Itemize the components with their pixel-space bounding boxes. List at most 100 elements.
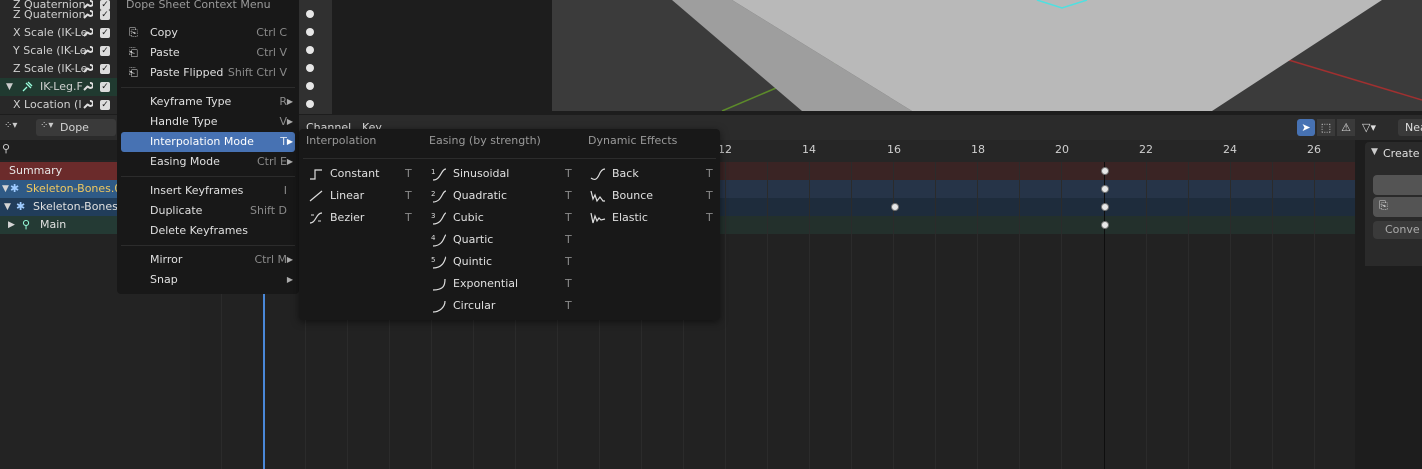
- wrench-icon[interactable]: [82, 63, 93, 74]
- create-field[interactable]: [1373, 175, 1422, 195]
- snap-dropdown[interactable]: Nea: [1398, 119, 1422, 136]
- menu-item-handle-type[interactable]: Handle Type V ▶: [121, 112, 295, 132]
- menu-item-back[interactable]: Back T: [590, 164, 715, 184]
- ruler-tick: 22: [1139, 143, 1153, 156]
- keyframe[interactable]: [1101, 185, 1109, 193]
- wrench-icon[interactable]: [82, 81, 93, 92]
- menu-item-cubic[interactable]: 3 Cubic T: [431, 208, 576, 228]
- interpolation-submenu: Interpolation Easing (by strength) Dynam…: [299, 129, 720, 320]
- outliner-panel: Z Quaternion ✓ Z Quaternion ✓ X Scale (I…: [0, 0, 117, 114]
- wrench-icon[interactable]: [82, 27, 93, 38]
- bone-group-icon: ⚲: [22, 218, 31, 231]
- checkbox[interactable]: ✓: [100, 10, 110, 20]
- menu-item-linear[interactable]: Linear T: [308, 186, 418, 206]
- editor-type-icon[interactable]: ⁘▾: [4, 120, 17, 131]
- menu-item-constant[interactable]: Constant T: [308, 164, 418, 184]
- checkbox[interactable]: ✓: [100, 28, 110, 38]
- menu-item-interpolation-mode[interactable]: Interpolation Mode T ▶: [121, 132, 295, 152]
- channel-search[interactable]: ⚲: [0, 140, 117, 160]
- menu-item-bounce[interactable]: Bounce T: [590, 186, 715, 206]
- outliner-row-label: Z Scale (IK-Le: [13, 62, 88, 75]
- outliner-row[interactable]: Y Scale (IK-Le ✓: [0, 42, 117, 60]
- menu-item-copy[interactable]: ⎘ Copy Ctrl C: [121, 23, 295, 43]
- menu-item-easing-mode[interactable]: Easing Mode Ctrl E ▶: [121, 152, 295, 172]
- expand-arrow-icon[interactable]: ▼: [2, 180, 9, 198]
- back-icon: [590, 168, 606, 181]
- warning-icon[interactable]: ⚠: [1337, 119, 1355, 136]
- 3d-viewport[interactable]: [552, 0, 1422, 111]
- menu-item-elastic[interactable]: Elastic T: [590, 208, 715, 228]
- ruler-tick: 18: [971, 143, 985, 156]
- checkbox[interactable]: ✓: [100, 64, 110, 74]
- outliner-row[interactable]: ▼ IK-Leg.F ✓: [0, 78, 117, 96]
- expand-arrow-icon[interactable]: ▼: [6, 78, 13, 96]
- menu-item-paste[interactable]: ⎗ Paste Ctrl V: [121, 43, 295, 63]
- menu-item-circular[interactable]: Circular T: [431, 296, 576, 316]
- menu-item-insert-keyframes[interactable]: Insert Keyframes I: [121, 181, 295, 201]
- copy-icon: ⎘: [129, 26, 138, 39]
- menu-item-exponential[interactable]: Exponential T: [431, 274, 576, 294]
- submenu-arrow-icon: ▶: [286, 157, 293, 166]
- menu-item-snap[interactable]: Snap ▶: [121, 270, 295, 290]
- box-select-icon[interactable]: ⬚: [1317, 119, 1335, 136]
- wrench-icon[interactable]: [82, 45, 93, 56]
- svg-text:1: 1: [431, 168, 435, 176]
- menu-item-duplicate[interactable]: Duplicate Shift D: [121, 201, 295, 221]
- top-keyframe-strip: [298, 0, 332, 114]
- outliner-row[interactable]: X Location (I ✓: [0, 96, 117, 114]
- keyframe[interactable]: [306, 46, 314, 54]
- menu-item-quintic[interactable]: 5 Quintic T: [431, 252, 576, 272]
- armature-icon: ✱: [10, 182, 20, 195]
- menu-item-bezier[interactable]: Bezier T: [308, 208, 418, 228]
- convert-button[interactable]: Conve: [1373, 221, 1422, 239]
- keyframe[interactable]: [1101, 221, 1109, 229]
- wrench-icon[interactable]: [82, 9, 93, 20]
- menu-item-paste-flipped[interactable]: ⎗ Paste Flipped Shift Ctrl V: [121, 63, 295, 83]
- keyframe[interactable]: [306, 100, 314, 108]
- checkbox[interactable]: ✓: [100, 100, 110, 110]
- submenu-arrow-icon: ▶: [286, 137, 293, 146]
- menu-item-quadratic[interactable]: 2 Quadratic T: [431, 186, 576, 206]
- column-heading: Dynamic Effects: [588, 134, 678, 147]
- expand-arrow-icon[interactable]: ▼: [4, 198, 11, 216]
- armature-data-icon: ✱: [16, 200, 26, 213]
- menu-item-delete-keyframes[interactable]: Delete Keyframes: [121, 221, 295, 241]
- keyframe[interactable]: [891, 203, 899, 211]
- checkbox[interactable]: ✓: [100, 46, 110, 56]
- sidebar-panel: ▼ Create ⎘ Conve: [1362, 140, 1422, 469]
- checkbox[interactable]: ✓: [100, 82, 110, 92]
- keyframe[interactable]: [306, 28, 314, 36]
- menu-item-mirror[interactable]: Mirror Ctrl M ▶: [121, 250, 295, 270]
- ruler-tick: 16: [887, 143, 901, 156]
- wrench-icon[interactable]: [82, 99, 93, 110]
- svg-text:4: 4: [431, 234, 436, 242]
- submenu-arrow-icon: ▶: [286, 255, 293, 264]
- submenu-arrow-icon: ▶: [286, 97, 293, 106]
- expand-arrow-icon[interactable]: ▶: [8, 216, 15, 234]
- outliner-row[interactable]: Z Scale (IK-Le ✓: [0, 60, 117, 78]
- keyframe[interactable]: [1101, 167, 1109, 175]
- circular-icon: [432, 300, 446, 313]
- viewport-scene: [672, 0, 1422, 111]
- column-heading: Interpolation: [306, 134, 377, 147]
- keyframe[interactable]: [306, 64, 314, 72]
- bone-pin-icon: [22, 81, 33, 92]
- select-cursor-icon[interactable]: ➤: [1297, 119, 1315, 136]
- submenu-arrow-icon: ▶: [286, 275, 293, 284]
- keyframe[interactable]: [1101, 203, 1109, 211]
- linear-icon: [309, 190, 323, 202]
- outliner-row[interactable]: Z Quaternion ✓: [0, 6, 117, 24]
- menu-item-keyframe-type[interactable]: Keyframe Type R ▶: [121, 92, 295, 112]
- outliner-row[interactable]: X Scale (IK-Le ✓: [0, 24, 117, 42]
- keyframe[interactable]: [306, 10, 314, 18]
- submenu-arrow-icon: ▶: [286, 117, 293, 126]
- ruler-tick: 26: [1307, 143, 1321, 156]
- tab-create[interactable]: ▼ Create: [1365, 142, 1422, 166]
- menu-item-quartic[interactable]: 4 Quartic T: [431, 230, 576, 250]
- ruler-tick: 14: [802, 143, 816, 156]
- create-field[interactable]: ⎘: [1373, 197, 1422, 217]
- ruler-tick: 12: [718, 143, 732, 156]
- keyframe[interactable]: [306, 82, 314, 90]
- menu-item-sinusoidal[interactable]: 1 Sinusoidal T: [431, 164, 576, 184]
- filter-icon[interactable]: ▽▾: [1362, 119, 1392, 136]
